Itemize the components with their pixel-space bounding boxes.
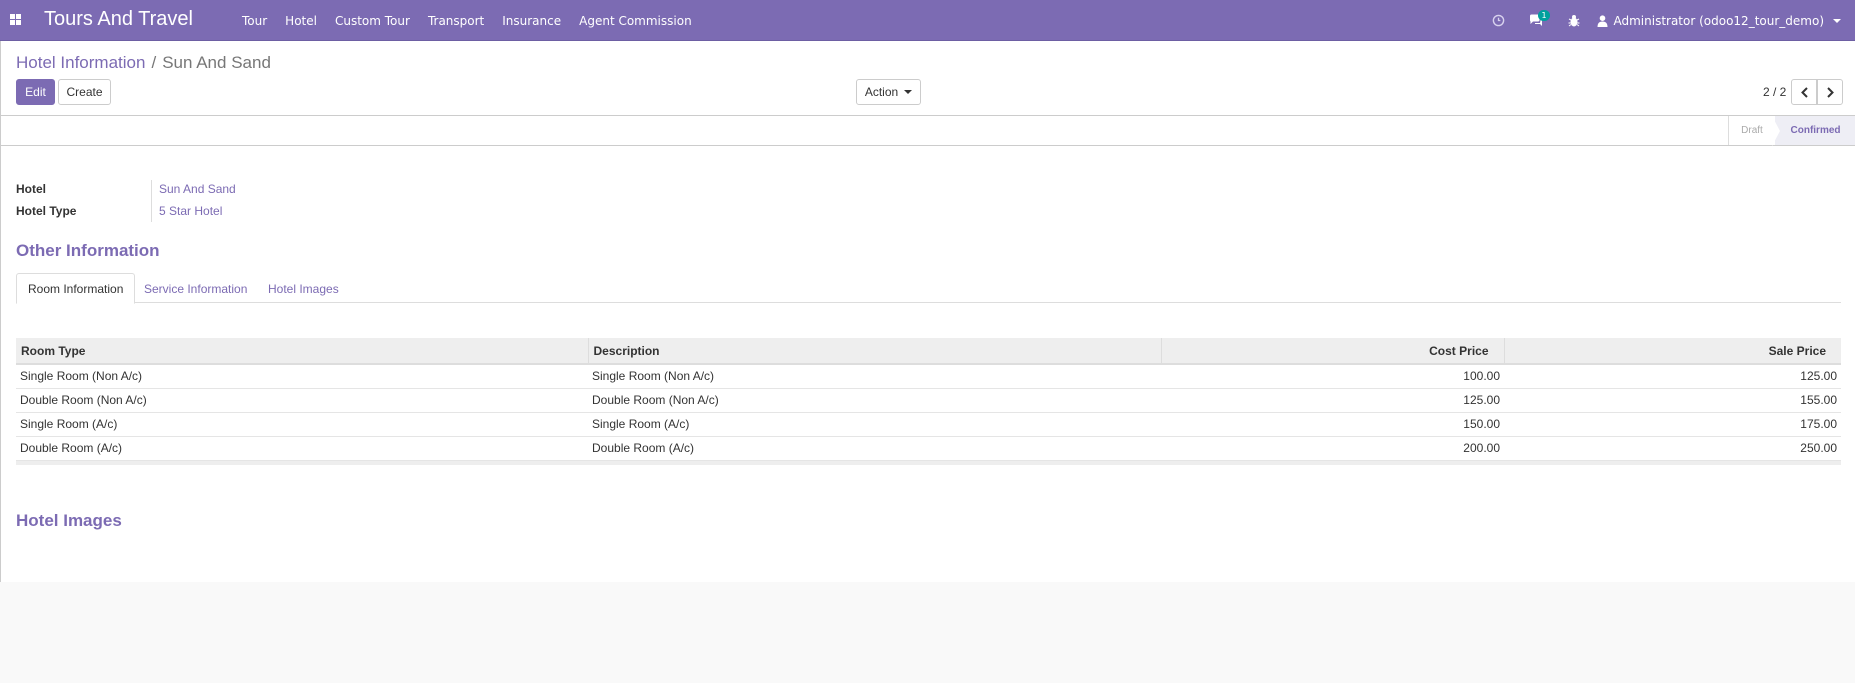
other-information-heading: Other Information: [16, 241, 160, 260]
stage-arrow: [1772, 116, 1780, 146]
cell-description: Double Room (A/c): [588, 436, 1161, 461]
hotel-images-heading: Hotel Images: [16, 511, 122, 530]
debug-bug-icon[interactable]: [1555, 0, 1593, 41]
hotel-type-value-link[interactable]: 5 Star Hotel: [159, 204, 222, 218]
cell-room-type: Double Room (Non A/c): [16, 388, 588, 413]
pager-previous-button[interactable]: [1791, 79, 1817, 105]
chevron-left-icon: [1800, 86, 1808, 98]
hotel-label: Hotel: [16, 182, 46, 196]
top-navbar: Tours And Travel Tour Hotel Custom Tour …: [0, 0, 1855, 41]
tab-room-information[interactable]: Room Information: [16, 273, 136, 304]
hotel-value-link[interactable]: Sun And Sand: [159, 182, 236, 196]
action-dropdown-button[interactable]: Action: [856, 79, 921, 105]
pager-next-button[interactable]: [1817, 79, 1843, 105]
cell-description: Double Room (Non A/c): [588, 388, 1161, 413]
status-bar: Draft Confirmed: [1, 116, 1855, 146]
cell-cost-price: 100.00: [1161, 364, 1504, 389]
cell-sale-price: 250.00: [1504, 436, 1841, 461]
cell-cost-price: 125.00: [1161, 388, 1504, 413]
cell-cost-price: 150.00: [1161, 412, 1504, 437]
user-menu[interactable]: Administrator (odoo12_tour_demo): [1593, 14, 1855, 28]
table-row[interactable]: Double Room (A/c) Double Room (A/c) 200.…: [16, 436, 1841, 461]
user-name: Administrator (odoo12_tour_demo): [1613, 13, 1824, 28]
breadcrumb: Hotel Information / Sun And Sand: [16, 53, 271, 73]
cell-cost-price: 200.00: [1161, 436, 1504, 461]
cell-description: Single Room (Non A/c): [588, 364, 1161, 389]
edit-button[interactable]: Edit: [16, 79, 55, 105]
systray: 1 Administrator (odoo12_tour_demo): [1479, 0, 1855, 41]
pager-value[interactable]: 2 / 2: [1763, 85, 1786, 99]
control-panel: Hotel Information / Sun And Sand Edit Cr…: [0, 41, 1855, 116]
create-button[interactable]: Create: [58, 79, 111, 105]
action-label: Action: [864, 85, 899, 99]
breadcrumb-separator: /: [151, 53, 157, 72]
menu-item-transport[interactable]: Transport: [419, 14, 493, 28]
chevron-down-icon: [1833, 18, 1841, 23]
column-header-cost-price[interactable]: Cost Price: [1160, 338, 1504, 365]
table-header-row: Room Type Description Cost Price Sale Pr…: [16, 338, 1841, 365]
menu-item-hotel[interactable]: Hotel: [276, 14, 326, 28]
stage-confirmed[interactable]: Confirmed: [1775, 116, 1855, 145]
table-footer: [16, 460, 1841, 465]
chat-badge: 1: [1538, 10, 1550, 21]
cell-room-type: Single Room (Non A/c): [16, 364, 588, 389]
main-menu: Tour Hotel Custom Tour Transport Insuran…: [233, 0, 701, 41]
field-divider: [151, 180, 152, 222]
column-header-room-type[interactable]: Room Type: [16, 338, 588, 365]
app-title[interactable]: Tours And Travel: [44, 8, 193, 31]
table-row[interactable]: Single Room (Non A/c) Single Room (Non A…: [16, 364, 1841, 389]
cell-sale-price: 175.00: [1504, 412, 1841, 437]
breadcrumb-parent-link[interactable]: Hotel Information: [16, 53, 145, 73]
menu-item-tour[interactable]: Tour: [233, 14, 276, 28]
caret-down-icon: [904, 90, 913, 94]
chat-icon[interactable]: 1: [1517, 0, 1555, 41]
menu-item-agent-commission[interactable]: Agent Commission: [570, 14, 701, 28]
form-sheet: Draft Confirmed Hotel Sun And Sand Hotel…: [0, 116, 1855, 582]
stage-draft[interactable]: Draft: [1728, 116, 1775, 145]
cell-description: Single Room (A/c): [588, 412, 1161, 437]
user-avatar-icon: [1597, 14, 1608, 27]
tab-hotel-images[interactable]: Hotel Images: [257, 273, 350, 304]
menu-item-custom-tour[interactable]: Custom Tour: [326, 14, 419, 28]
cell-room-type: Single Room (A/c): [16, 412, 588, 437]
room-information-table: Room Type Description Cost Price Sale Pr…: [16, 338, 1841, 465]
clock-icon[interactable]: [1479, 0, 1517, 41]
notebook-tabs: Room Information Service Information Hot…: [16, 273, 1841, 304]
column-header-sale-price[interactable]: Sale Price: [1503, 338, 1841, 365]
table-row[interactable]: Single Room (A/c) Single Room (A/c) 150.…: [16, 412, 1841, 437]
cell-room-type: Double Room (A/c): [16, 436, 588, 461]
column-header-description[interactable]: Description: [587, 338, 1161, 365]
tab-service-information[interactable]: Service Information: [133, 273, 258, 304]
cell-sale-price: 155.00: [1504, 388, 1841, 413]
hotel-type-label: Hotel Type: [16, 204, 77, 218]
breadcrumb-current: Sun And Sand: [162, 53, 271, 72]
table-row[interactable]: Double Room (Non A/c) Double Room (Non A…: [16, 388, 1841, 413]
apps-menu-icon[interactable]: [10, 14, 21, 25]
chevron-right-icon: [1826, 86, 1834, 98]
menu-item-insurance[interactable]: Insurance: [493, 14, 570, 28]
cell-sale-price: 125.00: [1504, 364, 1841, 389]
